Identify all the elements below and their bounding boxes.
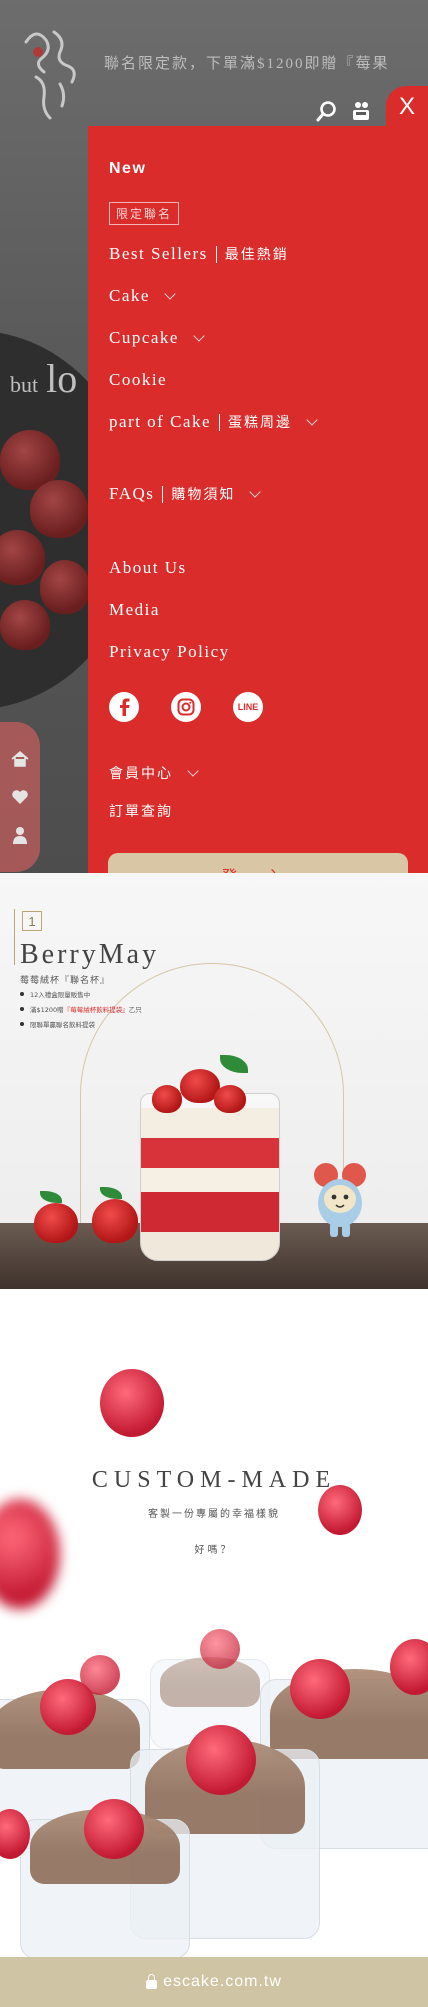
cake-label: Cake (109, 286, 150, 305)
promo-marquee[interactable]: 聯名限定款，下單滿$1200即贈『莓果 (104, 52, 428, 73)
chevron-down-icon[interactable] (193, 330, 205, 342)
menu-item-privacy[interactable]: Privacy Policy (109, 642, 230, 662)
brand-logo[interactable] (16, 22, 88, 122)
part-of-cake-en: part of Cake (109, 412, 212, 431)
list-item: 限聯單贏聯名飲料提袋 (20, 1019, 142, 1029)
product-bullets: 12入禮盒限量販售中 滿$1200贈 『莓莓絨杯飲料提袋』 乙只 限聯單贏聯名飲料提… (20, 989, 142, 1034)
chevron-down-icon[interactable] (249, 486, 262, 498)
url-text: escake.com.tw (163, 1973, 282, 1990)
browser-url-bar[interactable]: escake.com.tw (0, 1957, 428, 2007)
section-question: 好嗎？ (194, 1545, 234, 1556)
menu-item-about[interactable]: About Us (109, 558, 187, 578)
search-icon[interactable] (316, 100, 338, 122)
best-sellers-en: Best Sellers (109, 244, 208, 263)
hero-headline: but lo (10, 356, 78, 401)
cupcake-label: Cupcake (109, 328, 179, 347)
order-query-label: 訂單查詢 (109, 804, 173, 820)
faqs-en: FAQs (109, 484, 155, 503)
part-of-cake-cn: 蛋糕周邊 (228, 415, 293, 431)
chevron-down-icon[interactable] (306, 414, 318, 426)
nav-menu-panel: New 限定聯名 Best Sellers 最佳熱銷 Cake Cupcake … (88, 126, 428, 924)
faqs-cn: 購物須知 (171, 487, 236, 503)
menu-item-part-of-cake[interactable]: part of Cake 蛋糕周邊 (109, 412, 318, 432)
list-item: 滿$1200贈 『莓莓絨杯飲料提袋』 乙只 (20, 1004, 142, 1014)
chevron-down-icon[interactable] (164, 288, 176, 300)
menu-item-member-center[interactable]: 會員中心 (109, 763, 199, 783)
berrymay-banner[interactable]: 1 BerryMay 莓莓絨杯『聯名杯』 12入禮盒限量販售中 滿$1200贈『… (0, 873, 428, 1289)
menu-item-media[interactable]: Media (109, 600, 160, 620)
line-icon[interactable]: LINE (233, 692, 263, 722)
product-title: BerryMay (20, 939, 160, 970)
slide-number: 1 (22, 911, 42, 931)
limited-collab-badge[interactable]: 限定聯名 (109, 202, 180, 225)
list-item: 12入禮盒限量販售中 (20, 989, 142, 999)
home-icon[interactable] (10, 749, 30, 769)
section-subtitle: 客製一份專屬的幸福樣貌 (148, 1509, 280, 1520)
instagram-icon[interactable] (171, 692, 201, 722)
parfait-cup-image (140, 1093, 280, 1261)
menu-item-cupcake[interactable]: Cupcake (109, 328, 205, 348)
close-menu-button[interactable]: X (386, 86, 428, 128)
raspberry-image (100, 1369, 164, 1437)
menu-item-faqs[interactable]: FAQs 購物須知 (109, 484, 262, 504)
menu-item-cake[interactable]: Cake (109, 286, 176, 306)
menu-item-cookie[interactable]: Cookie (109, 370, 167, 390)
heart-icon[interactable] (10, 787, 30, 807)
cart-icon[interactable] (350, 100, 372, 122)
custom-made-section[interactable]: CUSTOM-MADE 客製一份專屬的幸福樣貌 好嗎？ (0, 1289, 428, 1957)
cupcake-cups-image (0, 1619, 428, 1957)
mascot-character (314, 1163, 366, 1237)
menu-item-best-sellers[interactable]: Best Sellers 最佳熱銷 (109, 244, 289, 264)
menu-item-order-query[interactable]: 訂單查詢 (109, 801, 173, 821)
member-center-label: 會員中心 (109, 766, 173, 782)
chevron-down-icon[interactable] (187, 765, 199, 777)
facebook-icon[interactable] (109, 692, 139, 722)
side-quick-nav (0, 722, 40, 872)
product-subtitle: 莓莓絨杯『聯名杯』 (20, 976, 111, 986)
user-icon[interactable] (10, 825, 30, 845)
lock-icon (146, 1973, 158, 1989)
section-title: CUSTOM-MADE (91, 1467, 337, 1493)
best-sellers-cn: 最佳熱銷 (224, 247, 289, 263)
menu-item-new[interactable]: New (109, 160, 146, 178)
